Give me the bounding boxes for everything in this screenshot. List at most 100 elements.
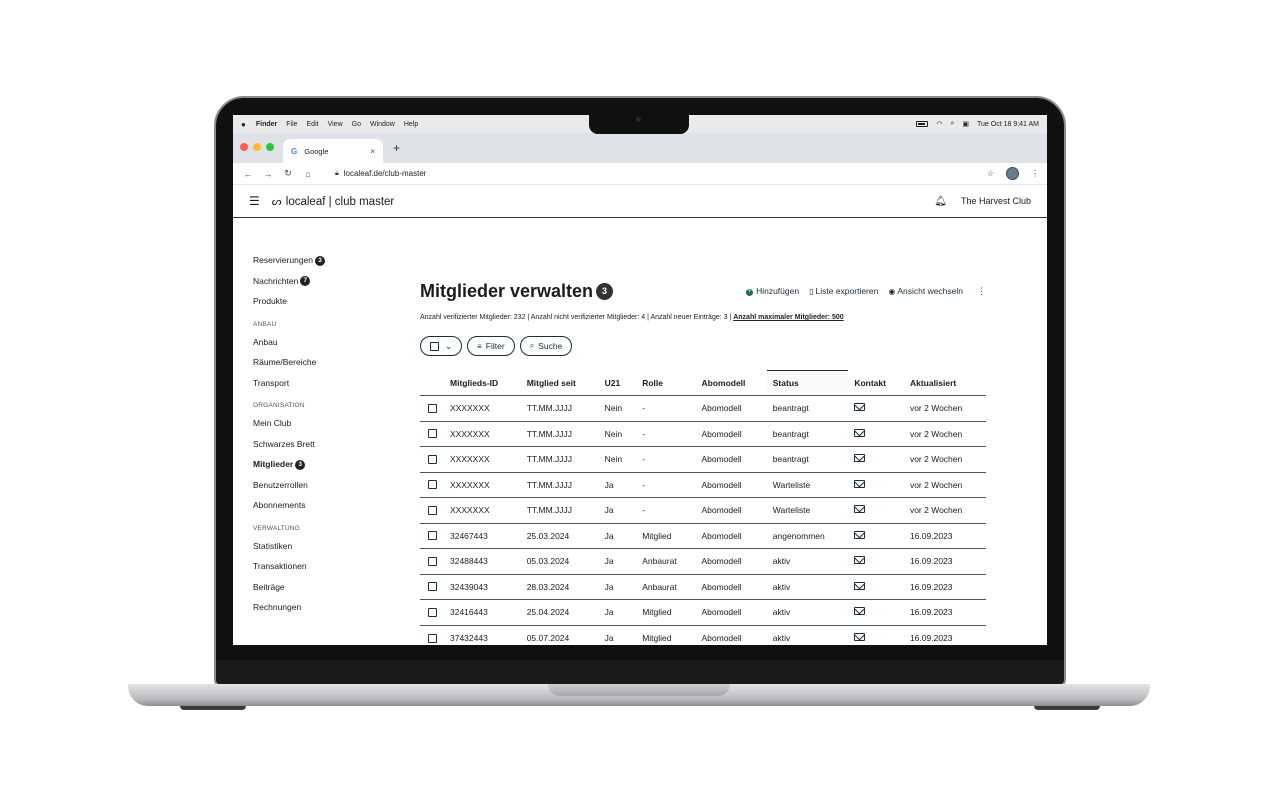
browser-menu-icon[interactable]: ⋮ bbox=[1031, 169, 1039, 178]
mail-icon[interactable] bbox=[854, 428, 866, 437]
row-checkbox[interactable] bbox=[428, 429, 437, 439]
max-members-link[interactable]: Anzahl maximaler Mitglieder: 500 bbox=[733, 314, 843, 321]
sidebar-item-transport[interactable]: Transport bbox=[253, 373, 403, 394]
column-header[interactable]: Status bbox=[766, 370, 849, 396]
forward-arrow-icon[interactable]: → bbox=[261, 169, 275, 179]
switch-view-button[interactable]: ◉ Ansicht wechseln bbox=[888, 286, 963, 296]
bell-icon[interactable]: 🔔︎ bbox=[934, 196, 947, 207]
profile-avatar[interactable] bbox=[1006, 167, 1019, 180]
sidebar-item-nachrichten[interactable]: Nachrichten 7 bbox=[253, 271, 403, 292]
sidebar-item-reservierungen[interactable]: Reservierungen 3 bbox=[253, 250, 403, 271]
menu-go[interactable]: Go bbox=[352, 121, 361, 128]
row-checkbox[interactable] bbox=[428, 480, 437, 490]
lock-icon[interactable]: 🔒︎ bbox=[335, 170, 339, 178]
bulk-select-dropdown[interactable]: ⌄ bbox=[420, 336, 463, 356]
row-checkbox[interactable] bbox=[428, 403, 437, 413]
bookmark-star-icon[interactable]: ☆ bbox=[987, 169, 994, 178]
row-checkbox[interactable] bbox=[428, 454, 437, 464]
title-row: Mitglieder verwalten 3 + Hinzufügen ▯ List… bbox=[420, 278, 986, 304]
mail-icon[interactable] bbox=[854, 505, 866, 514]
column-header[interactable]: Kontakt bbox=[848, 371, 904, 396]
mail-icon[interactable] bbox=[854, 607, 866, 616]
close-window-button[interactable] bbox=[240, 143, 248, 151]
hamburger-menu-icon[interactable]: ☰ bbox=[249, 194, 260, 208]
table-row[interactable]: 32488443 05.03.2024 Ja Anbaurat Abomodell akt… bbox=[420, 548, 986, 574]
maximize-window-button[interactable] bbox=[266, 143, 274, 151]
row-checkbox[interactable] bbox=[428, 607, 437, 617]
row-checkbox[interactable] bbox=[428, 582, 437, 592]
table-row[interactable]: XXXXXXX TT.MM.JJJJ Nein - Abomodell beantragt… bbox=[420, 395, 986, 421]
row-checkbox[interactable] bbox=[428, 505, 437, 515]
menu-view[interactable]: View bbox=[328, 121, 343, 128]
column-header[interactable]: U21 bbox=[599, 371, 637, 396]
sidebar-item-mein-club[interactable]: Mein Club bbox=[253, 413, 403, 434]
menu-help[interactable]: Help bbox=[404, 121, 418, 128]
reload-icon[interactable]: ↻ bbox=[281, 168, 295, 179]
sidebar-item-raeume[interactable]: Räume/Bereiche bbox=[253, 352, 403, 373]
table-row[interactable]: 32439043 28.03.2024 Ja Anbaurat Abomodell akt… bbox=[420, 573, 986, 600]
sidebar-item-schwarzes-brett[interactable]: Schwarzes Brett bbox=[253, 434, 403, 455]
sidebar-item-mitglieder[interactable]: Mitglieder 3 bbox=[253, 454, 403, 475]
battery-icon[interactable] bbox=[916, 121, 929, 127]
sidebar-item-rechnungen[interactable]: Rechnungen bbox=[253, 597, 403, 618]
wifi-icon[interactable]: ◠ bbox=[936, 120, 942, 128]
row-checkbox[interactable] bbox=[428, 531, 437, 541]
column-header[interactable]: Aktualisiert bbox=[904, 371, 986, 396]
apple-logo-icon[interactable]: ● bbox=[241, 120, 246, 129]
mail-icon[interactable] bbox=[854, 556, 866, 565]
sidebar-item-transaktionen[interactable]: Transaktionen bbox=[253, 556, 403, 577]
sidebar-item-anbau[interactable]: Anbau bbox=[253, 332, 403, 353]
sidebar-item-produkte[interactable]: Produkte bbox=[253, 291, 403, 312]
menu-finder[interactable]: Finder bbox=[256, 121, 277, 128]
table-row[interactable]: 32416443 25.04.2024 Ja Mitglied Abomodell akt… bbox=[420, 599, 986, 625]
menu-edit[interactable]: Edit bbox=[307, 121, 319, 128]
mail-icon[interactable] bbox=[854, 530, 866, 539]
table-row[interactable]: XXXXXXX TT.MM.JJJJ Ja - Abomodell Warteliste v… bbox=[420, 497, 986, 523]
export-list-button[interactable]: ▯ Liste exportieren bbox=[809, 286, 878, 296]
menubar-clock[interactable]: Tue Oct 18 9:41 AM bbox=[977, 121, 1039, 128]
filter-button[interactable]: ≡ Filter bbox=[467, 336, 515, 356]
mail-icon[interactable] bbox=[854, 581, 866, 590]
close-tab-icon[interactable]: × bbox=[370, 147, 375, 156]
mail-icon[interactable] bbox=[854, 479, 866, 488]
club-name[interactable]: The Harvest Club bbox=[961, 196, 1031, 206]
sidebar-item-benutzerrollen[interactable]: Benutzerrollen bbox=[253, 475, 403, 496]
u21-cell: Ja bbox=[598, 548, 637, 574]
search-button[interactable]: ⌕ Suche bbox=[519, 336, 573, 356]
column-header[interactable]: Rolle bbox=[636, 371, 695, 396]
select-all-checkbox[interactable] bbox=[430, 341, 439, 351]
plan-cell: Abomodell bbox=[695, 471, 767, 498]
more-options-icon[interactable]: ⋮ bbox=[977, 286, 986, 297]
menu-file[interactable]: File bbox=[286, 121, 297, 128]
minimize-window-button[interactable] bbox=[253, 143, 261, 151]
column-header[interactable]: Mitglieds-ID bbox=[444, 371, 521, 396]
sidebar-item-beitraege[interactable]: Beiträge bbox=[253, 577, 403, 598]
laptop-bezel bbox=[216, 660, 1064, 684]
menu-window[interactable]: Window bbox=[370, 121, 395, 128]
row-checkbox[interactable] bbox=[428, 633, 437, 643]
table-row[interactable]: XXXXXXX TT.MM.JJJJ Nein - Abomodell beantragt… bbox=[420, 446, 986, 472]
mail-icon[interactable] bbox=[854, 454, 866, 463]
table-row[interactable]: 32467443 25.03.2024 Ja Mitglied Abomodell ang… bbox=[420, 522, 986, 549]
add-member-button[interactable]: + Hinzufügen bbox=[746, 286, 799, 296]
new-tab-button[interactable]: + bbox=[393, 141, 400, 155]
brand-logo[interactable]: ᔕ localeaf | club master bbox=[272, 195, 394, 208]
table-row[interactable]: XXXXXXX TT.MM.JJJJ Nein - Abomodell beantragt… bbox=[420, 420, 986, 447]
header-checkbox-cell bbox=[420, 371, 444, 396]
browser-tab[interactable]: G Google × bbox=[283, 139, 383, 163]
home-icon[interactable]: ⌂ bbox=[301, 169, 315, 179]
row-checkbox[interactable] bbox=[428, 556, 437, 566]
sidebar-item-statistiken[interactable]: Statistiken bbox=[253, 536, 403, 557]
column-header[interactable]: Mitglied seit bbox=[521, 371, 599, 396]
back-arrow-icon[interactable]: ← bbox=[241, 169, 255, 179]
sidebar-item-abonnements[interactable]: Abonnements bbox=[253, 495, 403, 516]
mail-icon[interactable] bbox=[854, 633, 866, 641]
contact-cell bbox=[848, 573, 904, 600]
column-header[interactable]: Abomodell bbox=[695, 371, 766, 396]
url-field[interactable]: localeaf.de/club-master bbox=[344, 169, 427, 178]
mail-icon[interactable] bbox=[854, 403, 866, 412]
spotlight-search-icon[interactable]: ⌕ bbox=[950, 120, 954, 128]
control-center-icon[interactable]: ▣ bbox=[962, 120, 969, 128]
table-row[interactable]: 37432443 05.07.2024 Ja Mitglied Abomodell akt… bbox=[420, 624, 986, 645]
table-row[interactable]: XXXXXXX TT.MM.JJJJ Ja - Abomodell Warteliste v… bbox=[420, 471, 986, 498]
